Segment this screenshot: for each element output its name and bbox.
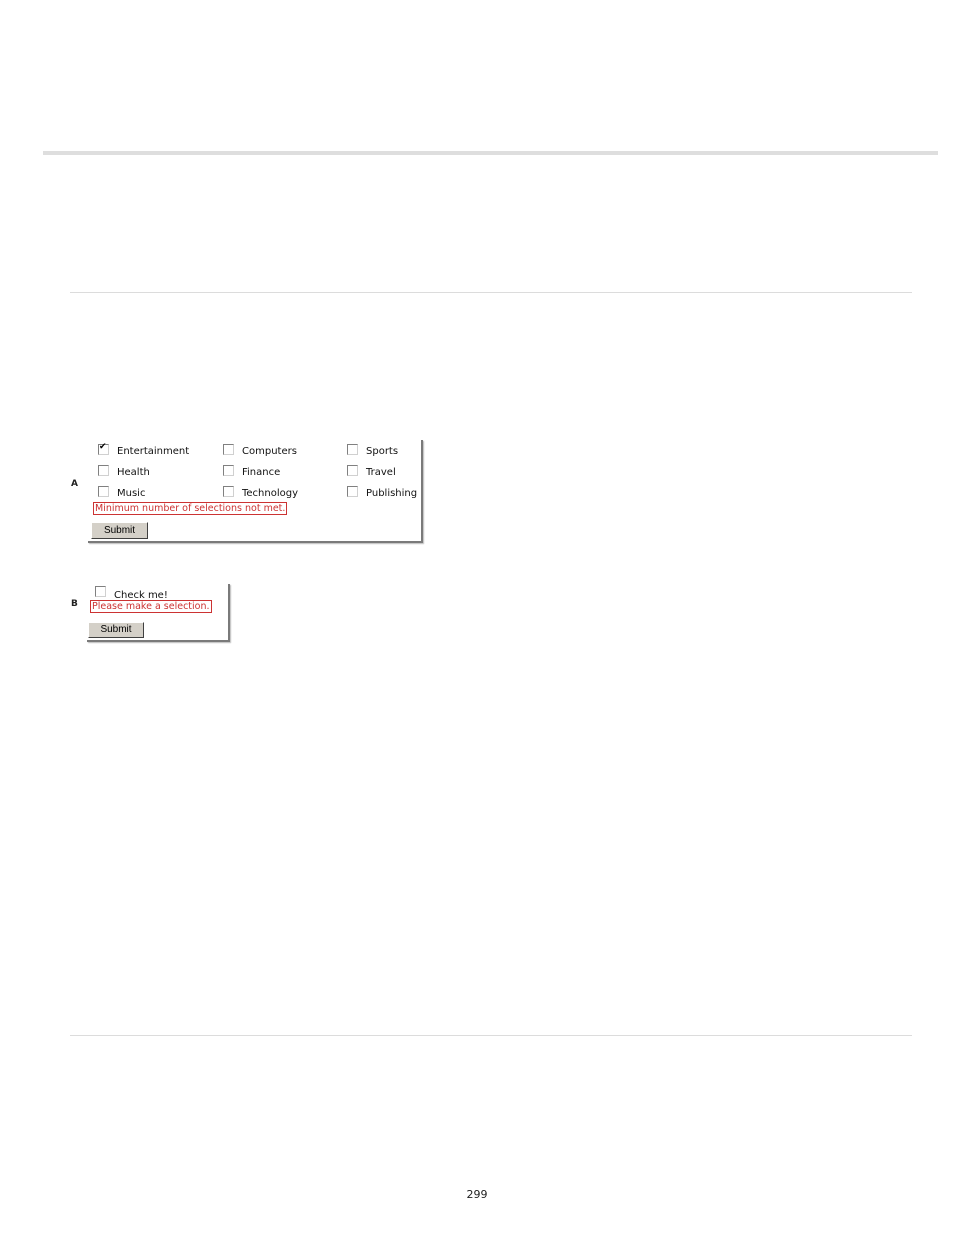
checkbox-label: Technology [242, 488, 299, 499]
checkbox-travel[interactable]: Travel [347, 465, 396, 478]
checkbox-label: Travel [366, 467, 396, 478]
section-divider-top [70, 292, 912, 293]
section-divider-bottom [70, 1035, 912, 1036]
checkbox-label: Sports [366, 446, 399, 457]
page-number: 299 [466, 1188, 488, 1201]
checkbox-icon[interactable] [95, 586, 106, 597]
figure-b-label: B [71, 599, 78, 609]
submit-button[interactable]: Submit [88, 622, 144, 638]
checkbox-publishing[interactable]: Publishing [347, 486, 418, 499]
validation-error-message: Minimum number of selections not met. [93, 502, 288, 515]
checkbox-icon[interactable] [347, 486, 358, 497]
submit-button[interactable]: Submit [91, 522, 148, 539]
checkbox-computers[interactable]: Computers [223, 444, 297, 457]
checkbox-icon[interactable] [347, 465, 358, 476]
checkbox-icon[interactable] [223, 486, 234, 497]
checkbox-music[interactable]: Music [98, 486, 146, 499]
checkbox-finance[interactable]: Finance [223, 465, 281, 478]
checkbox-label: Publishing [366, 488, 418, 499]
validation-error-message: Please make a selection. [90, 600, 212, 613]
figure-b-panel: Check me! Please make a selection. Submi… [87, 584, 230, 642]
checkbox-icon[interactable] [98, 486, 109, 497]
checkbox-sports[interactable]: Sports [347, 444, 399, 457]
checkbox-label: Computers [242, 446, 297, 457]
checkbox-entertainment[interactable]: Entertainment [98, 442, 190, 457]
checkbox-label: Finance [242, 467, 281, 478]
header-divider [43, 151, 938, 155]
checkbox-icon[interactable] [223, 465, 234, 476]
checkbox-label: Entertainment [117, 446, 190, 457]
checkbox-checked-icon[interactable] [98, 442, 109, 455]
checkbox-technology[interactable]: Technology [223, 486, 299, 499]
figure-a-panel: Entertainment Computers Sports Health Fi… [88, 440, 423, 543]
checkbox-label: Music [117, 488, 146, 499]
checkbox-icon[interactable] [98, 465, 109, 476]
checkbox-icon[interactable] [223, 444, 234, 455]
checkbox-health[interactable]: Health [98, 465, 150, 478]
figure-a-label: A [71, 479, 78, 489]
checkbox-label: Health [117, 467, 150, 478]
checkbox-icon[interactable] [347, 444, 358, 455]
